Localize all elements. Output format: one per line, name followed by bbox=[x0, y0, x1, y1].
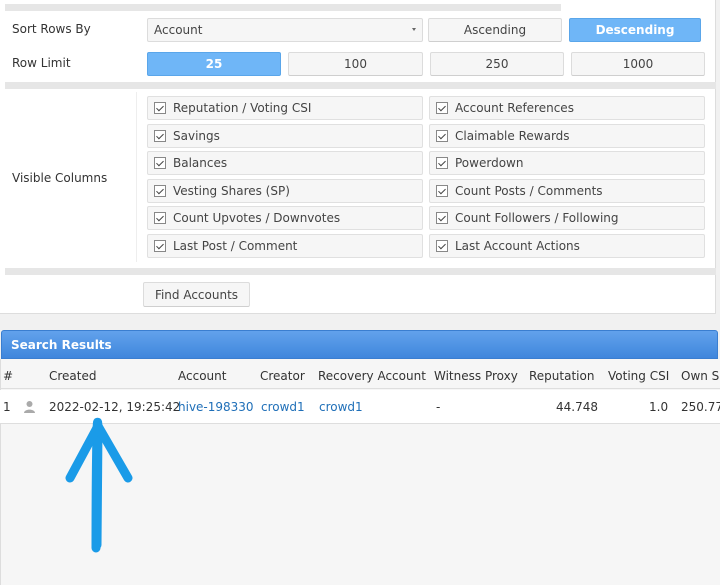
up-arrow-annotation bbox=[65, 417, 133, 553]
